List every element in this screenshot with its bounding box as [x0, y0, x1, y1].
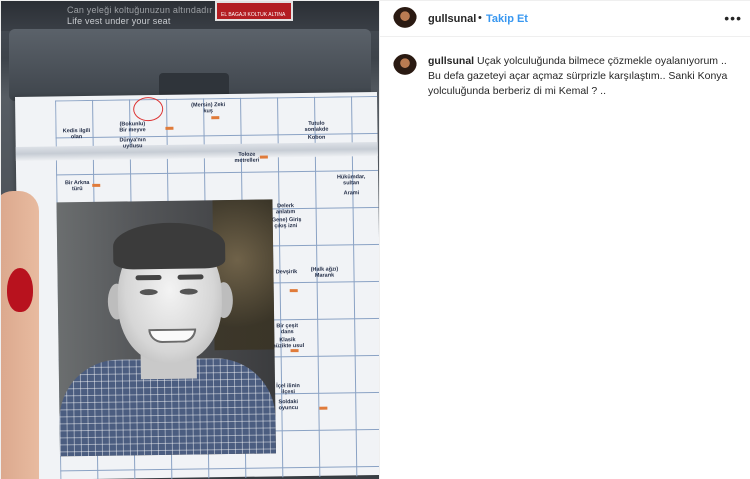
- crossword-clue: (Bokunlu) Bir meyve: [119, 121, 146, 134]
- seat-label-text: EL BAGAJI KOLTUK ALTINA: [221, 12, 286, 18]
- separator-dot: •: [478, 12, 482, 24]
- crossword-clue: Bir Arkna türü: [64, 179, 90, 193]
- crossword-clue: (Mersin) Zeki kuş: [191, 102, 226, 115]
- hand: [1, 191, 39, 479]
- crossword-clue: (Gene) Giriş çıkış izni: [269, 217, 302, 230]
- portrait-photo: [56, 199, 277, 457]
- username-link[interactable]: gullsunal: [428, 13, 476, 25]
- seat-label: EL BAGAJI KOLTUK ALTINA: [215, 1, 293, 21]
- red-nail: [7, 268, 33, 312]
- crossword-clue: Devşirik: [275, 269, 298, 276]
- crossword-clue: Arami: [343, 190, 360, 197]
- crossword-clue: Dünya'nın uydusu: [119, 137, 146, 150]
- seat-text-line2: Life vest under your seat: [67, 16, 171, 26]
- avatar[interactable]: [393, 7, 417, 31]
- crossword-clue: Delerk anlatım: [275, 203, 296, 216]
- clue-arrow: [165, 126, 174, 130]
- crossword-clue: İçel ilinin ilçesi: [276, 383, 300, 396]
- tray-table: [9, 29, 371, 101]
- clue-arrow: [319, 406, 328, 410]
- post-header: gullsunal • Takip Et •••: [380, 1, 750, 37]
- seat-text-line1: Can yeleği koltuğunuzun altındadır: [67, 5, 213, 15]
- clue-arrow: [92, 183, 101, 187]
- clue-arrow: [259, 155, 268, 159]
- follow-button[interactable]: Takip Et: [486, 13, 528, 25]
- post-sidebar: gullsunal • Takip Et ••• gullsunal Uçak …: [379, 1, 750, 479]
- hair: [112, 222, 226, 270]
- crossword-clue: Bir çeşit dans: [276, 323, 299, 336]
- newspaper: (Bokunlu) Bir meyve (Mersin) Zeki kuş Ke…: [15, 91, 379, 479]
- crossword-clue: (Halk ağzı) Marank: [310, 266, 339, 279]
- crossword-clue: Soldaki oyuncu: [278, 399, 299, 412]
- more-options-icon[interactable]: •••: [724, 10, 742, 26]
- post-photo[interactable]: Can yeleği koltuğunuzun altındadır Life …: [1, 1, 379, 479]
- clue-arrow: [289, 289, 298, 293]
- crossword-clue: Kedis ilgili olan: [62, 127, 91, 141]
- caption: gullsunal Uçak yolculuğunda bilmece çözm…: [428, 54, 728, 99]
- crossword-clue: Klasik müzikte usul: [270, 337, 305, 350]
- left-brow: [135, 274, 162, 281]
- caption-avatar[interactable]: [393, 54, 417, 78]
- background-plant: [212, 199, 275, 351]
- seat-back: Can yeleği koltuğunuzun altındadır Life …: [1, 1, 379, 31]
- clue-arrow: [290, 349, 299, 353]
- seat-text: Can yeleği koltuğunuzun altındadır Life …: [67, 5, 212, 27]
- instagram-post: Can yeleği koltuğunuzun altındadır Life …: [0, 0, 750, 479]
- caption-username[interactable]: gullsunal: [428, 55, 474, 67]
- crossword-clue: Hükümdar, sultan: [336, 174, 366, 187]
- clue-arrow: [211, 116, 220, 120]
- crossword-clue: Tutulo sonlakde: [304, 120, 329, 133]
- crossword-clue: Kobon: [307, 134, 326, 141]
- crossword-clue: Toloze metrelleri: [234, 151, 260, 164]
- right-brow: [177, 274, 204, 280]
